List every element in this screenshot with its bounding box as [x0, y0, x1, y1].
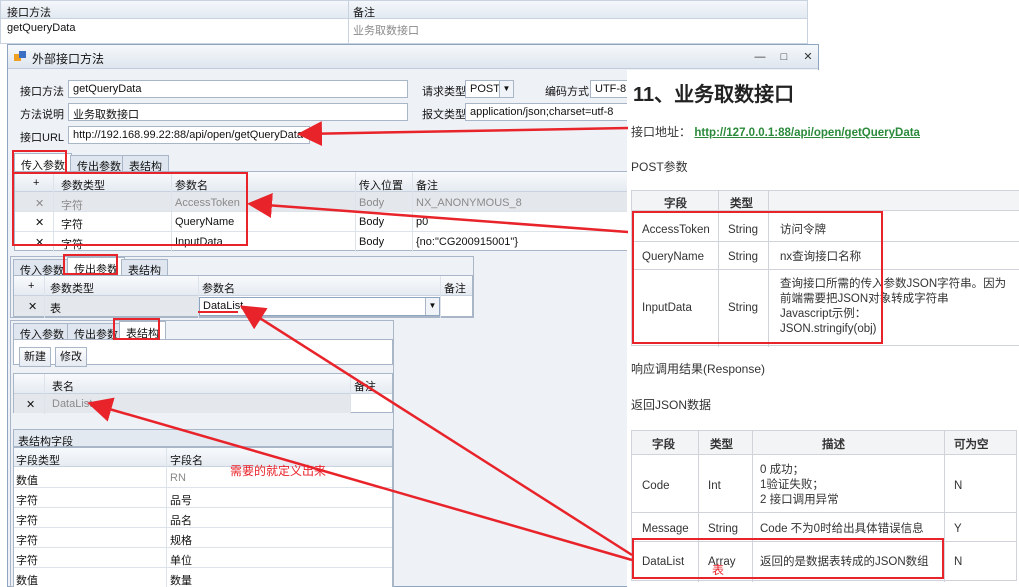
annotation-arrows: [87, 121, 633, 562]
arrow-table: [87, 397, 633, 562]
arrow-params: [247, 193, 629, 234]
arrow-url: [297, 121, 629, 147]
arrow-datalist: [239, 305, 633, 557]
